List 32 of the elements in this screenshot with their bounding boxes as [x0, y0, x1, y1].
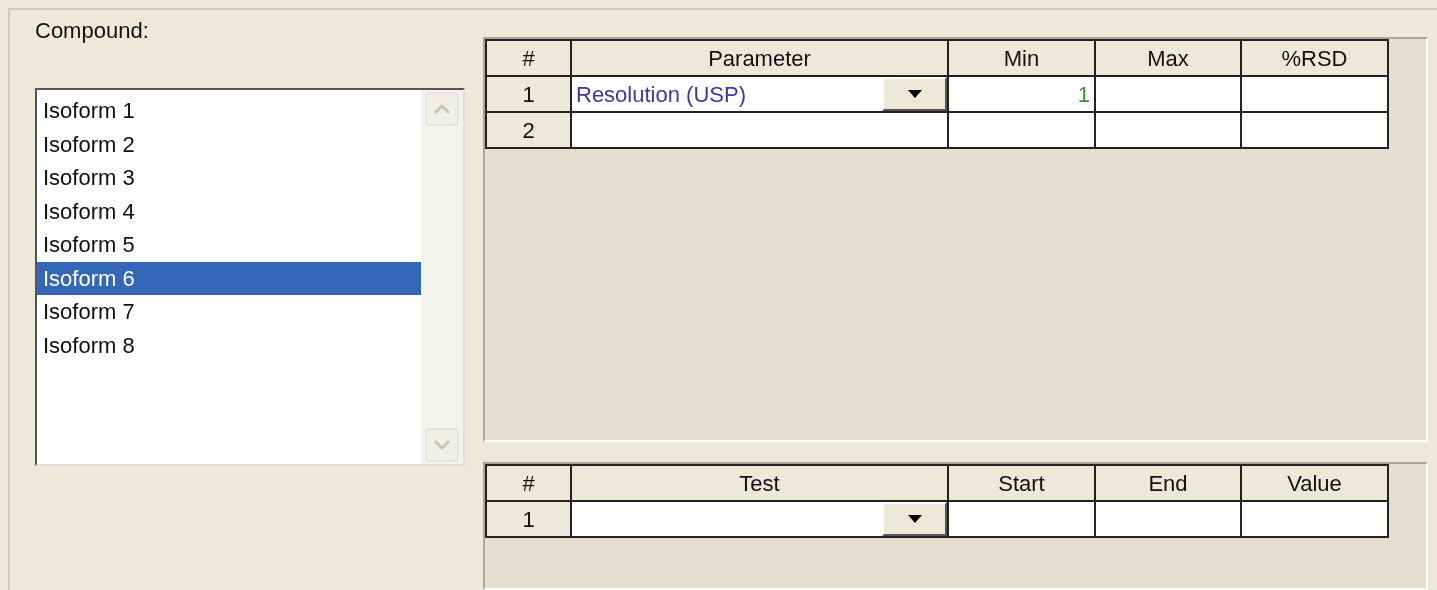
dropdown-button[interactable]	[882, 77, 947, 111]
column-header: Test	[572, 466, 949, 503]
row-number: 1	[487, 502, 572, 539]
column-header: #	[487, 466, 572, 503]
row-number: 1	[487, 77, 572, 113]
column-header: End	[1096, 466, 1242, 503]
list-item[interactable]: Isoform 2	[37, 127, 421, 161]
caret-icon	[907, 515, 922, 524]
cell-text: Resolution (USP)	[576, 80, 746, 109]
list-item[interactable]: Isoform 5	[37, 228, 421, 262]
list-item[interactable]: Isoform 8	[37, 328, 421, 362]
column-header: Max	[1096, 41, 1242, 77]
column-header: Parameter	[572, 41, 949, 77]
row-number: 2	[487, 113, 572, 149]
compound-list[interactable]: Isoform 1 Isoform 2 Isoform 3 Isoform 4 Isoform 5 Isoform 6 Isoform 7 Isoform 8	[35, 88, 465, 466]
scroll-up-icon[interactable]	[425, 92, 459, 126]
list-item[interactable]: Isoform 6	[37, 261, 421, 295]
dropdown-button[interactable]	[882, 502, 947, 537]
column-header: #	[487, 41, 572, 77]
scrollbar[interactable]	[421, 90, 463, 464]
caret-icon	[907, 90, 922, 98]
column-header: Value	[1242, 466, 1389, 503]
list-item[interactable]: Isoform 4	[37, 194, 421, 228]
table-cell: 1	[949, 77, 1096, 113]
compound-label: Compound:	[35, 18, 150, 44]
column-header: %RSD	[1242, 41, 1389, 77]
column-header: Start	[949, 466, 1096, 503]
list-item[interactable]: Isoform 7	[37, 295, 421, 329]
list-item[interactable]: Isoform 1	[37, 94, 421, 128]
column-header: Min	[949, 41, 1096, 77]
scroll-down-icon[interactable]	[425, 428, 459, 462]
list-item[interactable]: Isoform 3	[37, 161, 421, 195]
